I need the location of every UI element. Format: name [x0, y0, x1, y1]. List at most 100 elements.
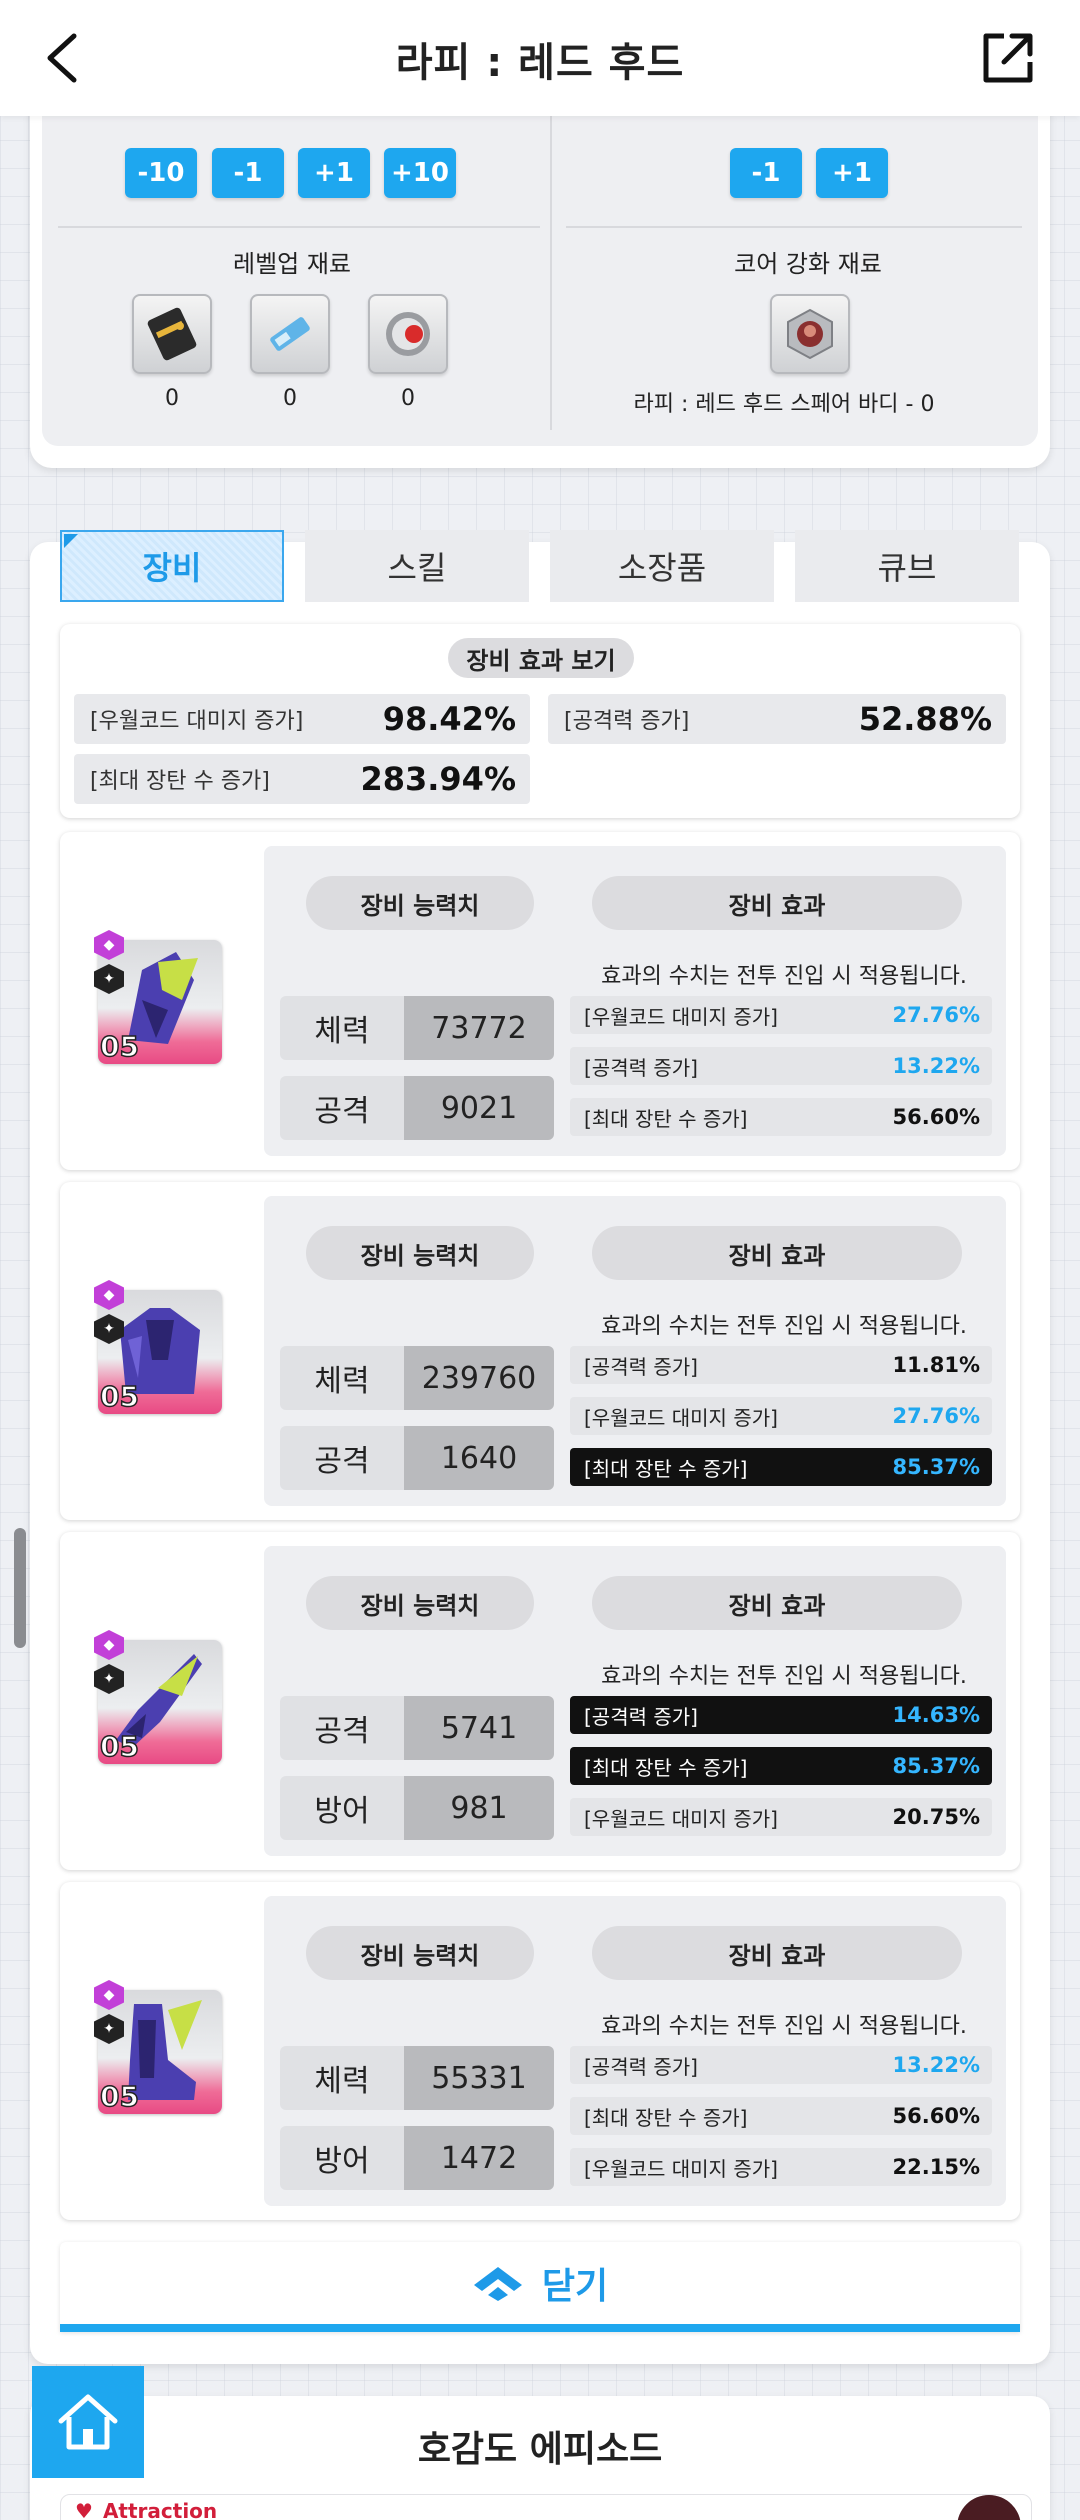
effect-label: [우월코드 대미지 증가] — [90, 709, 304, 734]
effect-label: [최대 장탄 수 증가] — [584, 1456, 748, 1481]
usb-module-icon — [270, 317, 310, 351]
level-plus10-button[interactable]: +10 — [384, 148, 456, 198]
equipment-effects-summary: 장비 효과 보기 [우월코드 대미지 증가] 98.42% [공격력 증가] 5… — [60, 624, 1020, 818]
external-link-icon — [983, 33, 1033, 83]
stat-name: 체력 — [280, 1346, 404, 1410]
effect-label: [공격력 증가] — [564, 709, 690, 734]
stat-name: 방어 — [280, 2126, 404, 2190]
stat-row: 체력 239760 — [280, 1346, 554, 1410]
equipment-detail: 장비 능력치 장비 효과 효과의 수치는 전투 진입 시 적용됩니다. 체력 2… — [264, 1196, 1006, 1506]
equipment-icon[interactable]: ◆ ✦ 05 — [94, 1280, 226, 1422]
material-item[interactable] — [132, 294, 212, 374]
effects-title: 장비 효과 — [592, 1926, 962, 1980]
home-button[interactable] — [32, 2366, 144, 2478]
effect-label: [최대 장탄 수 증가] — [90, 769, 270, 794]
attraction-item[interactable]: ♥_Attraction — [60, 2494, 1032, 2520]
stat-value: 981 — [404, 1776, 554, 1840]
effects-title: 장비 효과 — [592, 1226, 962, 1280]
equipment-icon[interactable]: ◆ ✦ 05 — [94, 1630, 226, 1772]
core-material-item[interactable] — [770, 294, 850, 374]
core-plus1-button[interactable]: +1 — [816, 148, 888, 198]
stat-name: 체력 — [280, 996, 404, 1060]
effect-label: [우월코드 대미지 증가] — [584, 1405, 778, 1430]
effect-row: [공격력 증가] 13.22% — [570, 1047, 992, 1085]
tab-equipment[interactable]: 장비 — [60, 530, 284, 602]
effects-notice: 효과의 수치는 전투 진입 시 적용됩니다. — [601, 1664, 967, 1689]
equipment-card-torso[interactable]: ◆ ✦ 05 장비 능력치 장비 효과 효과의 수치는 전투 진입 시 적용됩니… — [60, 1182, 1020, 1520]
summary-effect-row: [우월코드 대미지 증가] 98.42% — [74, 694, 530, 744]
effect-value: 20.75% — [892, 1805, 980, 1829]
growth-panel: -10 -1 +1 +10 레벨업 재료 0 0 0 -1 +1 코어 강화 재… — [42, 80, 1038, 446]
effect-row: [최대 장탄 수 증가] 85.37% — [570, 1747, 992, 1785]
data-chip-icon — [147, 307, 197, 361]
equipment-level: 05 — [99, 2079, 139, 2114]
effect-label: [최대 장탄 수 증가] — [584, 1106, 748, 1131]
tab-cube[interactable]: 큐브 — [795, 530, 1019, 602]
effect-label: [우월코드 대미지 증가] — [584, 2156, 778, 2181]
effect-value: 85.37% — [892, 1455, 980, 1479]
equipment-card-leg[interactable]: ◆ ✦ 05 장비 능력치 장비 효과 효과의 수치는 전투 진입 시 적용됩니… — [60, 1882, 1020, 2220]
equipment-icon[interactable]: ◆ ✦ 05 — [94, 930, 226, 1072]
scrollbar[interactable] — [14, 1528, 26, 1648]
effect-row: [우월코드 대미지 증가] 27.76% — [570, 996, 992, 1034]
stat-name: 공격 — [280, 1696, 404, 1760]
stat-name: 공격 — [280, 1076, 404, 1140]
stat-name: 체력 — [280, 2046, 404, 2110]
effect-row: [최대 장탄 수 증가] 56.60% — [570, 1098, 992, 1136]
close-button[interactable]: 닫기 — [60, 2242, 1020, 2332]
level-plus1-button[interactable]: +1 — [298, 148, 370, 198]
effect-value: 27.76% — [892, 1003, 980, 1027]
material-item[interactable] — [368, 294, 448, 374]
core-materials-title: 코어 강화 재료 — [734, 250, 882, 278]
stat-value: 5741 — [404, 1696, 554, 1760]
material-item[interactable] — [250, 294, 330, 374]
level-minus1-button[interactable]: -1 — [212, 148, 284, 198]
effect-value: 14.63% — [892, 1703, 980, 1727]
equipment-card-head[interactable]: ◆ ✦ 05 장비 능력치 장비 효과 효과의 수치는 전투 진입 시 적용됩니… — [60, 832, 1020, 1170]
equipment-level: 05 — [99, 1029, 139, 1064]
effects-title: 장비 효과 — [592, 876, 962, 930]
effect-value: 56.60% — [892, 1105, 980, 1129]
effect-row: [우월코드 대미지 증가] 27.76% — [570, 1397, 992, 1435]
app-header: 라피 : 레드 후드 — [0, 0, 1080, 116]
effect-label: [공격력 증가] — [584, 2054, 698, 2079]
stats-title: 장비 능력치 — [306, 1226, 534, 1280]
equipment-detail: 장비 능력치 장비 효과 효과의 수치는 전투 진입 시 적용됩니다. 체력 7… — [264, 846, 1006, 1156]
stat-row: 방어 981 — [280, 1776, 554, 1840]
core-orb-icon — [386, 312, 430, 356]
effect-label: [공격력 증가] — [584, 1704, 698, 1729]
level-minus10-button[interactable]: -10 — [125, 148, 197, 198]
material-count: 0 — [401, 386, 415, 411]
tab-collection[interactable]: 소장품 — [550, 530, 774, 602]
tab-skill[interactable]: 스킬 — [305, 530, 529, 602]
stat-name: 방어 — [280, 1776, 404, 1840]
summary-effect-row: [최대 장탄 수 증가] 283.94% — [74, 754, 530, 804]
core-minus1-button[interactable]: -1 — [730, 148, 802, 198]
affection-episode-title: 호감도 에피소드 — [417, 2429, 663, 2470]
divider — [566, 226, 1022, 228]
panel-divider — [550, 90, 552, 430]
effect-row: [공격력 증가] 11.81% — [570, 1346, 992, 1384]
equipment-detail: 장비 능력치 장비 효과 효과의 수치는 전투 진입 시 적용됩니다. 체력 5… — [264, 1896, 1006, 2206]
effect-row: [우월코드 대미지 증가] 22.15% — [570, 2148, 992, 2186]
avatar — [957, 2495, 1021, 2520]
equipment-icon[interactable]: ◆ ✦ 05 — [94, 1980, 226, 2122]
effects-notice: 효과의 수치는 전투 진입 시 적용됩니다. — [601, 964, 967, 989]
stat-value: 1472 — [404, 2126, 554, 2190]
equipment-level: 05 — [99, 1379, 139, 1414]
stat-row: 체력 55331 — [280, 2046, 554, 2110]
material-count: 0 — [283, 386, 297, 411]
share-button[interactable] — [978, 28, 1038, 88]
effects-notice: 효과의 수치는 전투 진입 시 적용됩니다. — [601, 2014, 967, 2039]
close-label: 닫기 — [541, 2266, 609, 2307]
stat-value: 239760 — [404, 1346, 554, 1410]
effect-value: 22.15% — [892, 2155, 980, 2179]
core-material-label: 라피 : 레드 후드 스페어 바디 - 0 — [633, 392, 935, 417]
equipment-card-arm[interactable]: ◆ ✦ 05 장비 능력치 장비 효과 효과의 수치는 전투 진입 시 적용됩니… — [60, 1532, 1020, 1870]
growth-card: -10 -1 +1 +10 레벨업 재료 0 0 0 -1 +1 코어 강화 재… — [30, 80, 1050, 468]
effect-row: [최대 장탄 수 증가] 85.37% — [570, 1448, 992, 1486]
effect-value: 283.94% — [360, 760, 516, 798]
effect-value: 85.37% — [892, 1754, 980, 1778]
heart-icon: ♥ — [75, 2499, 93, 2520]
equipment-detail: 장비 능력치 장비 효과 효과의 수치는 전투 진입 시 적용됩니다. 공격 5… — [264, 1546, 1006, 1856]
